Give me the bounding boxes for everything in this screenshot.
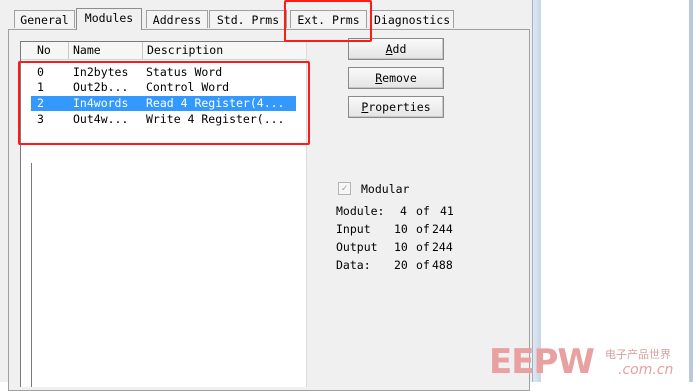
input-label: Input xyxy=(336,222,371,236)
module-value: 4 xyxy=(400,204,407,218)
modules-list[interactable]: No Name Description 0 In2bytes Status Wo… xyxy=(20,41,307,387)
add-mnemonic: A xyxy=(385,42,393,56)
properties-label: roperties xyxy=(368,100,431,114)
add-button[interactable]: Add xyxy=(348,38,444,60)
output-of: of xyxy=(416,240,430,254)
watermark-logo: EEPW xyxy=(489,342,595,382)
cell-no: 1 xyxy=(37,80,44,94)
output-label: Output xyxy=(336,240,378,254)
data-of: of xyxy=(416,258,430,272)
tab-std-prms[interactable]: Std. Prms xyxy=(209,10,287,28)
input-max: 244 xyxy=(432,222,453,236)
tab-address[interactable]: Address xyxy=(146,10,208,28)
window-frame-right xyxy=(689,0,693,382)
properties-dialog: General Modules Address Std. Prms Ext. P… xyxy=(0,0,542,391)
input-value: 10 xyxy=(394,222,408,236)
background-area xyxy=(541,0,693,382)
cell-name: Out4w... xyxy=(73,112,129,126)
output-max: 244 xyxy=(432,240,453,254)
data-value: 20 xyxy=(394,258,408,272)
window-frame xyxy=(532,0,541,382)
cell-name: Out2b... xyxy=(73,80,129,94)
cell-no: 2 xyxy=(37,96,44,110)
module-max: 41 xyxy=(440,204,454,218)
tab-general[interactable]: General xyxy=(14,10,75,28)
modular-label: Modular xyxy=(361,182,410,196)
cell-name: In4words xyxy=(73,96,129,110)
tab-modules[interactable]: Modules xyxy=(76,8,142,30)
cell-no: 0 xyxy=(37,65,44,79)
list-header: No Name Description xyxy=(21,42,306,60)
modular-checkbox[interactable]: ✓ xyxy=(338,182,351,195)
cell-description: Read 4 Register(4... xyxy=(146,96,285,110)
column-header-description[interactable]: Description xyxy=(143,42,306,59)
column-header-no[interactable]: No xyxy=(33,42,69,59)
list-divider xyxy=(31,163,32,387)
list-item[interactable]: 3 Out4w... Write 4 Register(... xyxy=(31,112,296,127)
tab-ext-prms[interactable]: Ext. Prms xyxy=(290,10,367,28)
column-header-name[interactable]: Name xyxy=(69,42,143,59)
watermark-chinese: 电子产品世界 xyxy=(605,348,671,361)
watermark-domain: .com.cn xyxy=(618,362,674,378)
module-of: of xyxy=(416,204,430,218)
cell-name: In2bytes xyxy=(73,65,129,79)
properties-button[interactable]: Properties xyxy=(348,96,444,118)
data-max: 488 xyxy=(432,258,453,272)
remove-label: emove xyxy=(382,71,417,85)
cell-description: Control Word xyxy=(146,80,230,94)
check-icon: ✓ xyxy=(341,183,348,194)
list-item[interactable]: 1 Out2b... Control Word xyxy=(31,80,296,95)
module-label: Module: xyxy=(336,204,385,218)
tab-diagnostics[interactable]: Diagnostics xyxy=(370,10,454,28)
input-of: of xyxy=(416,222,430,236)
list-item[interactable]: 0 In2bytes Status Word xyxy=(31,65,296,80)
remove-button[interactable]: Remove xyxy=(348,67,444,89)
add-label: dd xyxy=(392,42,407,56)
data-label: Data: xyxy=(336,258,371,272)
list-item-selected[interactable]: 2 In4words Read 4 Register(4... xyxy=(31,96,296,111)
output-value: 10 xyxy=(394,240,408,254)
cell-no: 3 xyxy=(37,112,44,126)
cell-description: Status Word xyxy=(146,65,223,79)
cell-description: Write 4 Register(... xyxy=(146,112,285,126)
